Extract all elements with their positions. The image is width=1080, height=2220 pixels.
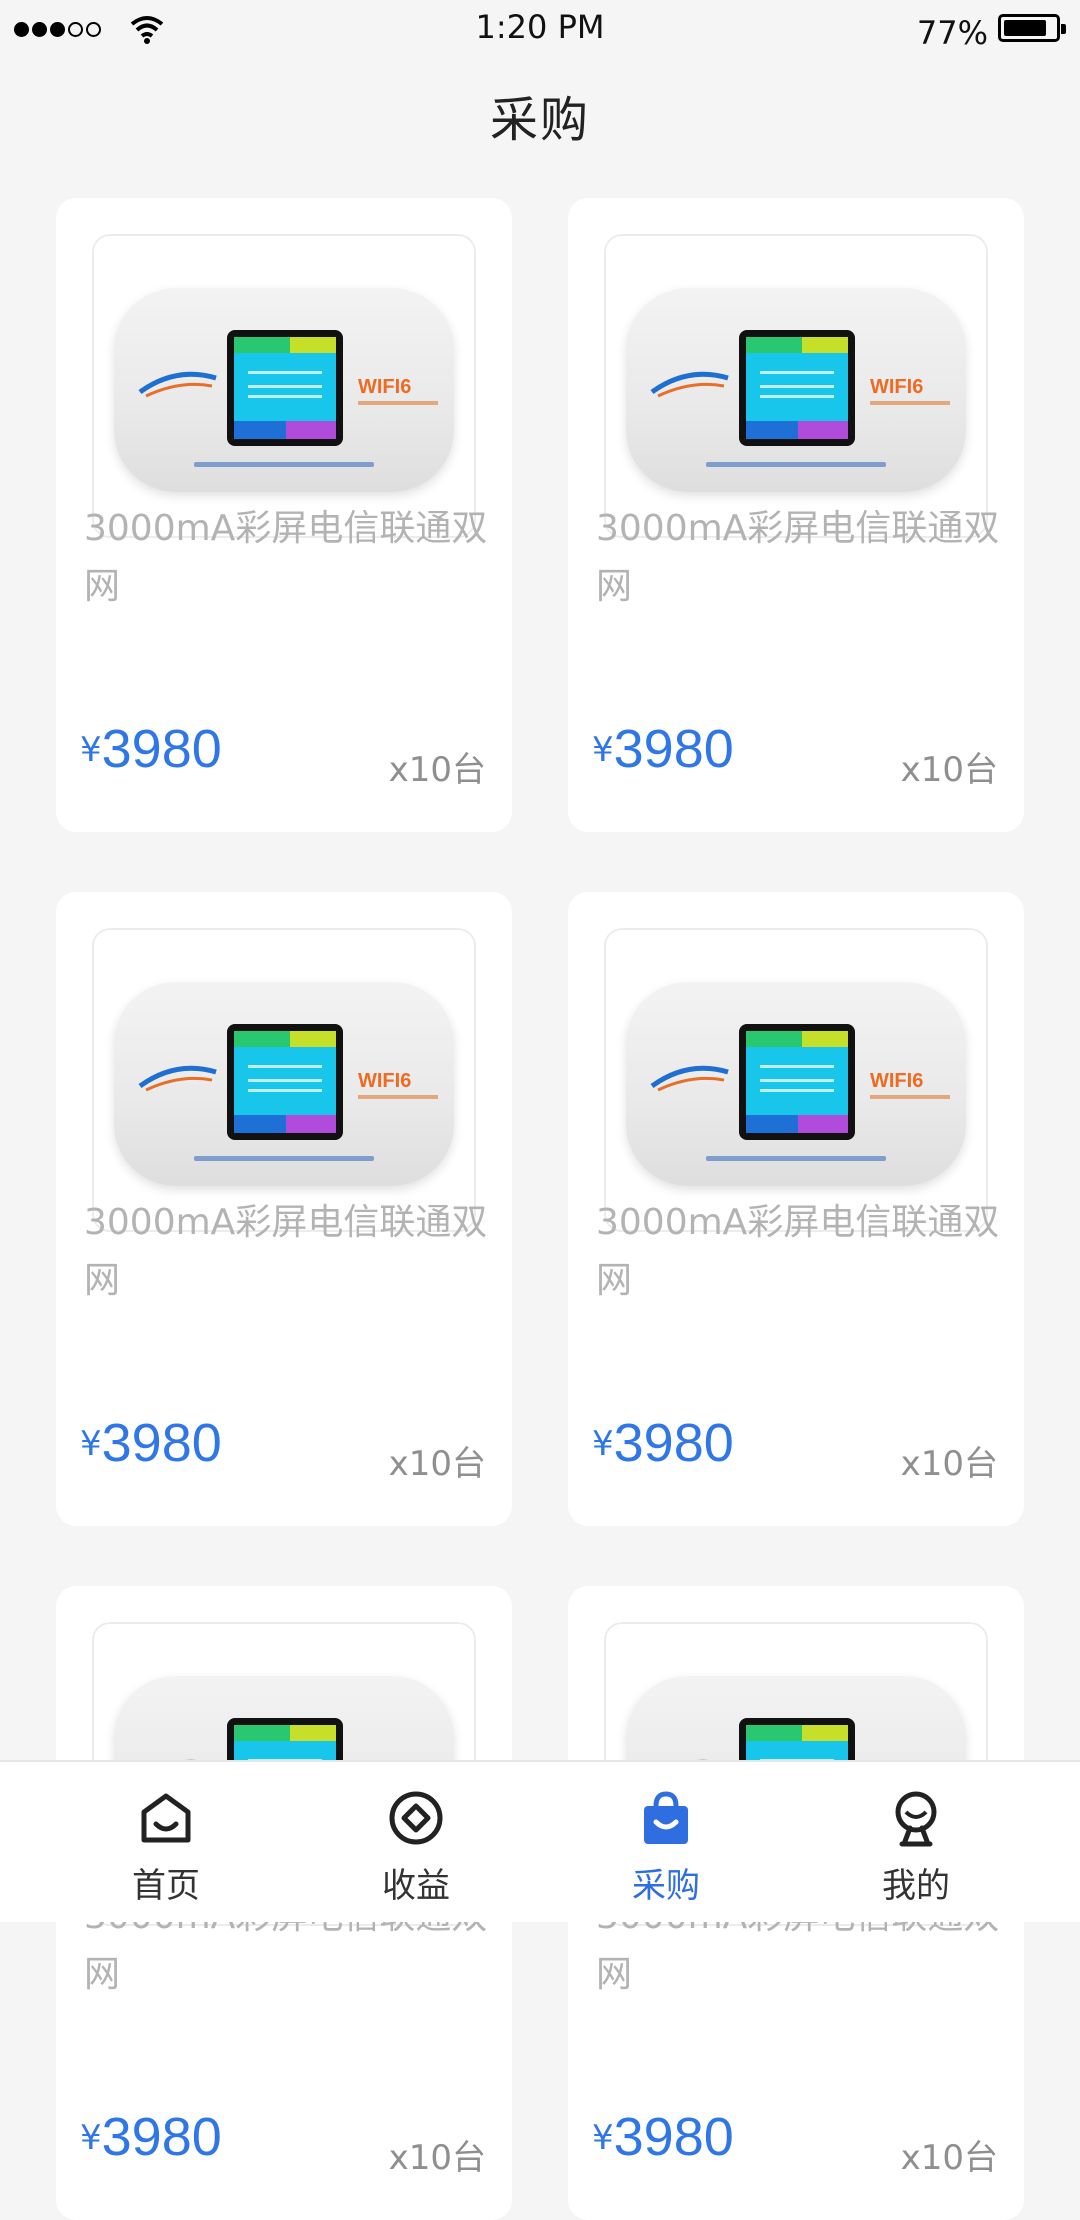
product-price: ¥3980 (80, 719, 222, 779)
product-quantity: x10台 (900, 2138, 998, 2178)
tab-mine[interactable]: 我的 (836, 1762, 996, 1922)
product-price: ¥3980 (592, 719, 734, 779)
tab-home[interactable]: 首页 (86, 1762, 246, 1922)
mifi-device-image: WIFI6 (626, 982, 966, 1186)
brand-logo-icon (138, 1065, 217, 1092)
product-quantity: x10台 (900, 1444, 998, 1484)
product-quantity: x10台 (388, 2138, 486, 2178)
product-card[interactable]: WIFI6 3000mA彩屏电信联通双网 ¥3980 x10台 (568, 892, 1024, 1526)
shopping-bag-icon (644, 1791, 688, 1844)
product-name: 3000mA彩屏电信联通双网 (84, 1202, 488, 1301)
brand-logo-icon (138, 371, 217, 398)
bottom-tab-bar: 首页 收益 采购 我的 (0, 1760, 1080, 1922)
product-name: 3000mA彩屏电信联通双网 (84, 508, 488, 607)
product-quantity: x10台 (900, 750, 998, 790)
wifi6-badge: WIFI6 (358, 376, 412, 398)
product-card[interactable]: WIFI6 3000mA彩屏电信联通双网 ¥3980 x10台 (56, 198, 512, 832)
product-price: ¥3980 (80, 1413, 222, 1473)
product-name: 3000mA彩屏电信联通双网 (596, 508, 1000, 607)
product-image: WIFI6 (604, 928, 988, 1232)
earnings-icon (389, 1791, 443, 1845)
mifi-device-image: WIFI6 (114, 288, 454, 492)
mifi-device-image: WIFI6 (114, 982, 454, 1186)
product-name: 3000mA彩屏电信联通双网 (596, 1202, 1000, 1301)
profile-icon (895, 1791, 937, 1847)
device-screen (227, 330, 343, 446)
tab-label: 采购 (632, 1866, 700, 1906)
product-image: WIFI6 (92, 928, 476, 1232)
home-icon (141, 1793, 191, 1843)
device-screen (227, 1024, 343, 1140)
product-image: WIFI6 (92, 234, 476, 538)
product-price: ¥3980 (592, 1413, 734, 1473)
brand-logo-icon (650, 371, 729, 398)
product-card[interactable]: WIFI6 3000mA彩屏电信联通双网 ¥3980 x10台 (568, 198, 1024, 832)
wifi6-badge: WIFI6 (870, 1070, 924, 1092)
tab-label: 收益 (382, 1866, 450, 1906)
device-screen (739, 330, 855, 446)
tab-label: 我的 (882, 1866, 950, 1906)
device-screen (739, 1024, 855, 1140)
battery-icon (998, 14, 1066, 42)
tab-label: 首页 (132, 1866, 200, 1906)
wifi6-badge: WIFI6 (358, 1070, 412, 1092)
battery-percentage: 77% (916, 14, 988, 52)
product-quantity: x10台 (388, 1444, 486, 1484)
wifi6-badge: WIFI6 (870, 376, 924, 398)
status-bar: 1:20 PM 77% (0, 0, 1080, 64)
product-price: ¥3980 (80, 2107, 222, 2167)
product-quantity: x10台 (388, 750, 486, 790)
brand-logo-icon (650, 1065, 729, 1092)
product-image: WIFI6 (604, 234, 988, 538)
tab-earnings[interactable]: 收益 (336, 1762, 496, 1922)
mifi-device-image: WIFI6 (626, 288, 966, 492)
product-card[interactable]: WIFI6 3000mA彩屏电信联通双网 ¥3980 x10台 (56, 892, 512, 1526)
product-price: ¥3980 (592, 2107, 734, 2167)
page-title: 采购 (489, 92, 590, 148)
tab-purchase[interactable]: 采购 (586, 1762, 746, 1922)
